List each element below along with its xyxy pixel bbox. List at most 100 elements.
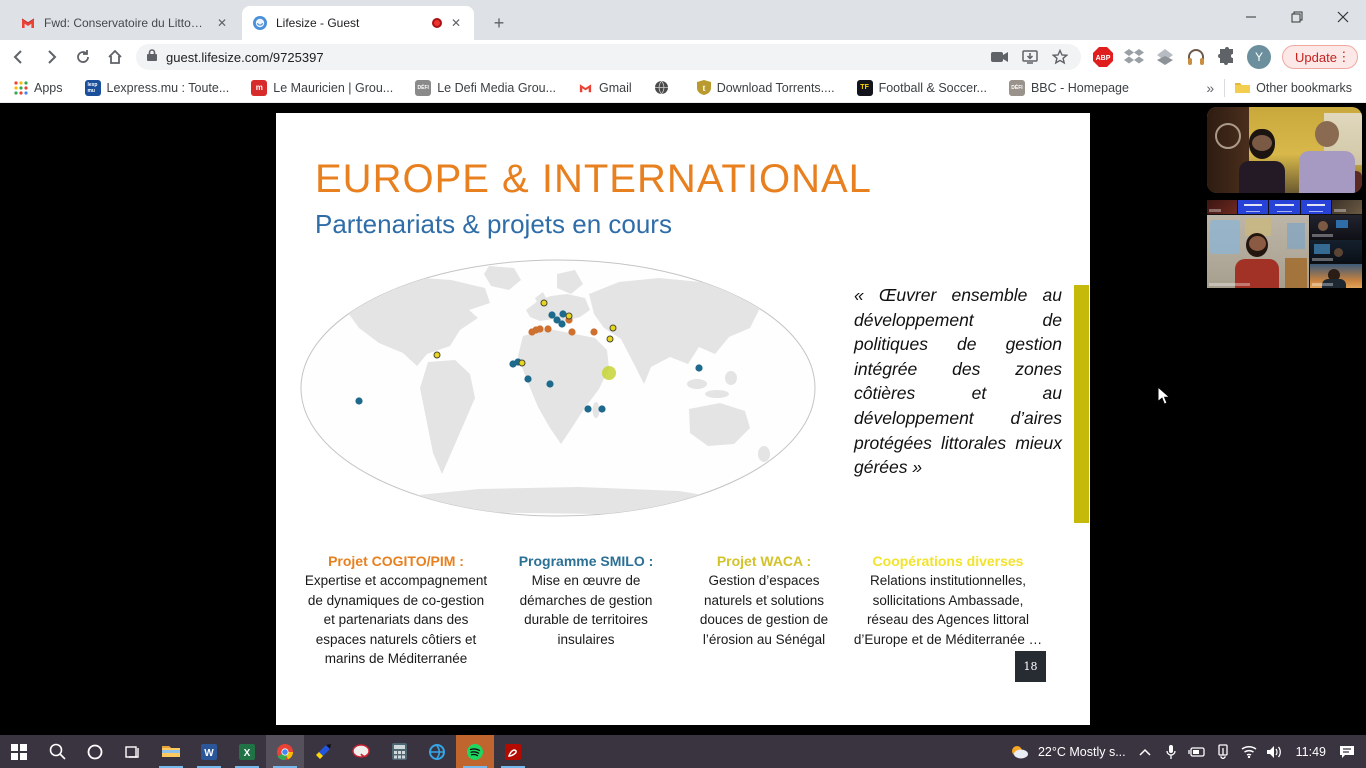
- spotify-button[interactable]: [456, 735, 494, 768]
- wall-map: [1287, 223, 1305, 249]
- participant-tile[interactable]: [1310, 240, 1362, 264]
- word-button[interactable]: W: [190, 735, 228, 768]
- reload-icon[interactable]: [70, 44, 96, 70]
- wifi-icon[interactable]: [1236, 735, 1262, 768]
- install-icon[interactable]: [1019, 46, 1041, 68]
- bookmark-football[interactable]: TF Football & Soccer...: [857, 80, 987, 96]
- url-text[interactable]: guest.lifesize.com/9725397: [166, 50, 981, 65]
- tab-gmail[interactable]: Fwd: Conservatoire du Littoral - F ✕: [10, 6, 240, 40]
- bookmark-gmail[interactable]: Gmail: [578, 80, 632, 95]
- forward-icon[interactable]: [38, 44, 64, 70]
- participant-silhouette: [1299, 121, 1355, 193]
- bookmark-mauricien[interactable]: m Le Mauricien | Grou...: [251, 80, 393, 96]
- slide-subtitle: Partenariats & projets en cours: [315, 209, 672, 240]
- lexpress-icon: lexpmu: [85, 80, 101, 96]
- profile-avatar[interactable]: Y: [1247, 45, 1271, 69]
- participant-tile[interactable]: [1310, 264, 1362, 288]
- map-dot-blue: [546, 380, 553, 387]
- acrobat-button[interactable]: [494, 735, 532, 768]
- participant-tile[interactable]: [1332, 200, 1362, 214]
- power-icon[interactable]: [1184, 735, 1210, 768]
- map-dot-blue: [598, 405, 605, 412]
- column-heading: Programme SMILO :: [504, 553, 668, 569]
- participant-tile[interactable]: [1207, 200, 1237, 214]
- participant-video-main[interactable]: [1207, 107, 1362, 193]
- back-icon[interactable]: [6, 44, 32, 70]
- action-center-icon[interactable]: [1334, 735, 1360, 768]
- task-view-button[interactable]: [114, 735, 152, 768]
- bookmarks-overflow-button[interactable]: »: [1206, 80, 1214, 96]
- bookmark-star-icon[interactable]: [1049, 46, 1071, 68]
- mauricien-icon: m: [251, 80, 267, 96]
- browser-menu-icon[interactable]: ⋮: [1337, 49, 1351, 65]
- pen-app-button[interactable]: [304, 735, 342, 768]
- map-dot-big: [602, 366, 616, 380]
- file-explorer-button[interactable]: [152, 735, 190, 768]
- layers-extension-icon[interactable]: [1154, 46, 1176, 68]
- speaker-icon[interactable]: [1262, 735, 1288, 768]
- excel-button[interactable]: X: [228, 735, 266, 768]
- restore-button[interactable]: [1274, 0, 1320, 34]
- svg-text:t: t: [702, 83, 705, 93]
- taskbar-clock[interactable]: 11:49: [1296, 745, 1326, 759]
- microphone-icon[interactable]: [1158, 735, 1184, 768]
- participant-silhouette: [1239, 129, 1285, 193]
- bookmark-label: Other bookmarks: [1256, 81, 1352, 95]
- bookmark-lexpress[interactable]: lexpmu Lexpress.mu : Toute...: [85, 80, 230, 96]
- update-button[interactable]: Update ⋮: [1282, 45, 1358, 69]
- bookmarks-bar: Apps lexpmu Lexpress.mu : Toute... m Le …: [0, 73, 1366, 103]
- bookmark-defi[interactable]: DÉFI Le Defi Media Grou...: [415, 80, 556, 96]
- participant-tile[interactable]: [1310, 215, 1362, 239]
- grid-side-column: [1310, 215, 1362, 288]
- tab-close-icon[interactable]: ✕: [448, 15, 464, 31]
- grid-top-row: [1207, 200, 1362, 214]
- usb-icon[interactable]: [1210, 735, 1236, 768]
- map-dot-blue: [559, 310, 566, 317]
- accent-bar: [1074, 285, 1089, 523]
- bookmarks-separator: [1224, 79, 1225, 97]
- tab-title: Lifesize - Guest: [276, 16, 424, 30]
- column-smilo: Programme SMILO : Mise en œuvre de démar…: [504, 553, 668, 649]
- camera-icon[interactable]: [989, 46, 1011, 68]
- participant-tile-large[interactable]: [1207, 215, 1309, 288]
- weather-icon[interactable]: [1006, 735, 1032, 768]
- home-icon[interactable]: [102, 44, 128, 70]
- address-bar[interactable]: guest.lifesize.com/9725397: [136, 44, 1081, 70]
- audio-participant-tile[interactable]: [1238, 200, 1268, 214]
- extensions-puzzle-icon[interactable]: [1216, 46, 1238, 68]
- tab-close-icon[interactable]: ✕: [214, 15, 230, 31]
- audio-participant-tile[interactable]: [1269, 200, 1299, 214]
- start-button[interactable]: [0, 735, 38, 768]
- system-tray: 22°C Mostly s... 11:49: [1006, 735, 1366, 768]
- weather-text[interactable]: 22°C Mostly s...: [1038, 745, 1126, 759]
- cortana-button[interactable]: [76, 735, 114, 768]
- internet-explorer-button[interactable]: [418, 735, 456, 768]
- bookmark-torrents[interactable]: t Download Torrents....: [697, 80, 835, 95]
- chrome-button[interactable]: [266, 735, 304, 768]
- bookmark-bbc[interactable]: DÉFI BBC - Homepage: [1009, 80, 1129, 96]
- calculator-button[interactable]: [380, 735, 418, 768]
- new-tab-button[interactable]: +: [486, 10, 512, 36]
- tab-lifesize[interactable]: Lifesize - Guest ✕: [242, 6, 474, 40]
- map-dot-orange: [590, 328, 597, 335]
- audio-participant-tile[interactable]: [1301, 200, 1331, 214]
- dropbox-icon[interactable]: [1123, 46, 1145, 68]
- world-map: [299, 258, 819, 518]
- participant-video-grid[interactable]: [1207, 200, 1362, 288]
- slide-quote: « Œuvrer ensemble au développement de po…: [854, 283, 1062, 480]
- gmail-favicon-icon: [20, 15, 36, 31]
- headphones-extension-icon[interactable]: [1185, 46, 1207, 68]
- bookmark-label: Gmail: [599, 81, 632, 95]
- bookmark-globe[interactable]: [654, 80, 675, 95]
- search-button[interactable]: [38, 735, 76, 768]
- close-window-button[interactable]: [1320, 0, 1366, 34]
- map-dot-yellow: [541, 300, 547, 306]
- adblock-plus-icon[interactable]: ABP: [1092, 46, 1114, 68]
- communication-app-button[interactable]: [342, 735, 380, 768]
- bookmark-apps[interactable]: Apps: [14, 81, 63, 95]
- tray-chevron-icon[interactable]: [1132, 735, 1158, 768]
- minimize-button[interactable]: [1228, 0, 1274, 34]
- other-bookmarks-button[interactable]: Other bookmarks: [1235, 81, 1352, 95]
- bookmark-label: Football & Soccer...: [879, 81, 987, 95]
- tab-strip: Fwd: Conservatoire du Littoral - F ✕ Lif…: [0, 0, 1366, 40]
